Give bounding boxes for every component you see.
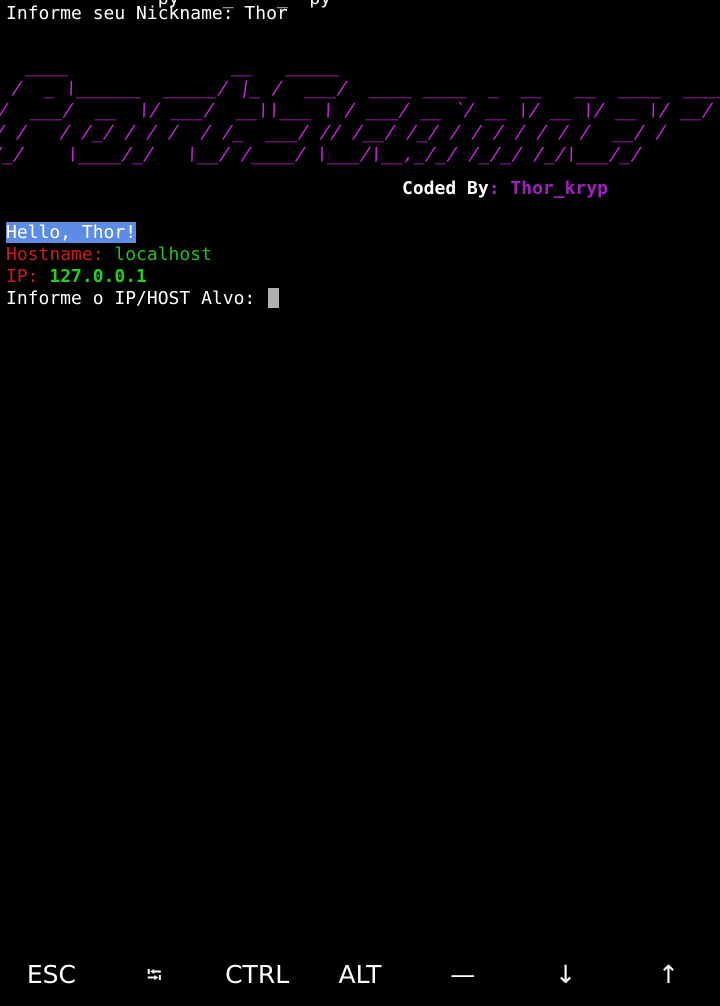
arrow-down-icon[interactable]: ↓ bbox=[514, 944, 617, 1006]
nickname-value: Thor bbox=[244, 3, 288, 24]
nickname-prompt: Informe seu Nickname: bbox=[6, 3, 245, 24]
hello-line: Hello, Thor! bbox=[6, 222, 137, 244]
hostname-value: localhost bbox=[114, 244, 212, 265]
portscanner-ascii-banner: ____ __ _____ / _ \______ _____/ |_ / __… bbox=[0, 56, 720, 165]
ip-value: 127.0.0.1 bbox=[49, 266, 147, 287]
coded-by-colon: : bbox=[488, 178, 511, 199]
hostname-line: Hostname: localhost bbox=[6, 244, 212, 266]
coded-by-label: Coded By bbox=[402, 178, 489, 199]
esc-key[interactable]: ESC bbox=[0, 944, 103, 1006]
terminal-cursor[interactable] bbox=[268, 288, 280, 308]
ip-label: IP: bbox=[6, 266, 50, 287]
coded-by-line: Coded By: Thor_kryp bbox=[402, 178, 608, 200]
author-name: Thor_kryp bbox=[510, 178, 608, 199]
ctrl-key[interactable]: CTRL bbox=[206, 944, 309, 1006]
nickname-line: Informe seu Nickname: Thor bbox=[6, 3, 288, 25]
hello-greeting: Hello, Thor! bbox=[6, 222, 137, 243]
dash-key[interactable]: — bbox=[411, 944, 514, 1006]
alt-key[interactable]: ALT bbox=[309, 944, 412, 1006]
target-prompt: Informe o IP/HOST Alvo: bbox=[6, 288, 267, 309]
hostname-label: Hostname: bbox=[6, 244, 115, 265]
target-prompt-line[interactable]: Informe o IP/HOST Alvo: bbox=[6, 288, 280, 310]
ip-line: IP: 127.0.0.1 bbox=[6, 266, 147, 288]
extra-keys-bar: ESC ⭾ CTRL ALT — ↓ ↑ bbox=[0, 944, 720, 1006]
arrow-up-icon[interactable]: ↑ bbox=[617, 944, 720, 1006]
terminal-output[interactable]: ~ ~py _ _ py Informe seu Nickname: Thor … bbox=[0, 0, 720, 940]
tab-key-icon[interactable]: ⭾ bbox=[103, 944, 206, 1006]
